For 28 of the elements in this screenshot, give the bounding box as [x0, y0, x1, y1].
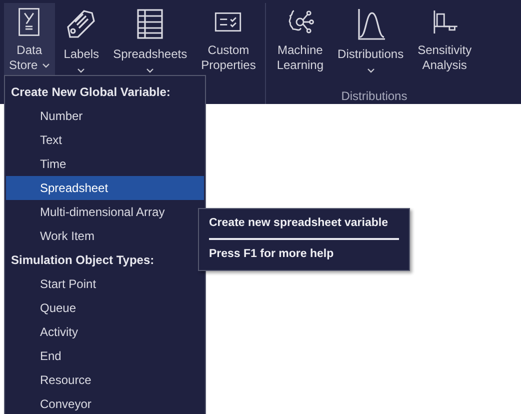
- ribbon-button[interactable]: Distributions: [332, 3, 409, 75]
- caret-icon: [42, 63, 50, 68]
- ribbon-button[interactable]: Data Store: [4, 3, 55, 75]
- tooltip-help-text: Press F1 for more help: [209, 247, 335, 262]
- ribbon-button[interactable]: Labels: [58, 3, 104, 75]
- ribbon-button[interactable]: Sensitivity Analysis: [412, 3, 477, 75]
- menu-item[interactable]: Resource: [6, 368, 204, 392]
- tooltip-title: Create new spreadsheet variable: [209, 216, 389, 231]
- menu-item[interactable]: Text: [6, 128, 204, 152]
- ribbon-button[interactable]: Spreadsheets: [108, 3, 192, 75]
- menu-item[interactable]: Spreadsheet: [6, 176, 204, 200]
- caret-icon: [146, 68, 154, 73]
- menu-item[interactable]: Start Point: [6, 272, 204, 296]
- group-label: Distributions: [340, 88, 408, 105]
- menu-item[interactable]: End: [6, 344, 204, 368]
- menu-heading: Create New Global Variable:: [10, 84, 172, 101]
- menu-item[interactable]: Activity: [6, 320, 204, 344]
- menu-item[interactable]: Number: [6, 104, 204, 128]
- ribbon-button[interactable]: Custom Properties: [196, 3, 261, 75]
- ribbon-button[interactable]: Machine Learning: [272, 3, 329, 75]
- menu-item[interactable]: Time: [6, 152, 204, 176]
- menu-item[interactable]: Conveyor: [6, 392, 204, 414]
- menu-item[interactable]: Work Item: [6, 224, 204, 248]
- menu-item[interactable]: Queue: [6, 296, 204, 320]
- caret-icon: [366, 68, 375, 73]
- menu-heading: Simulation Object Types:: [10, 252, 156, 269]
- menu-item[interactable]: Multi-dimensional Array: [6, 200, 204, 224]
- caret-icon: [77, 68, 86, 73]
